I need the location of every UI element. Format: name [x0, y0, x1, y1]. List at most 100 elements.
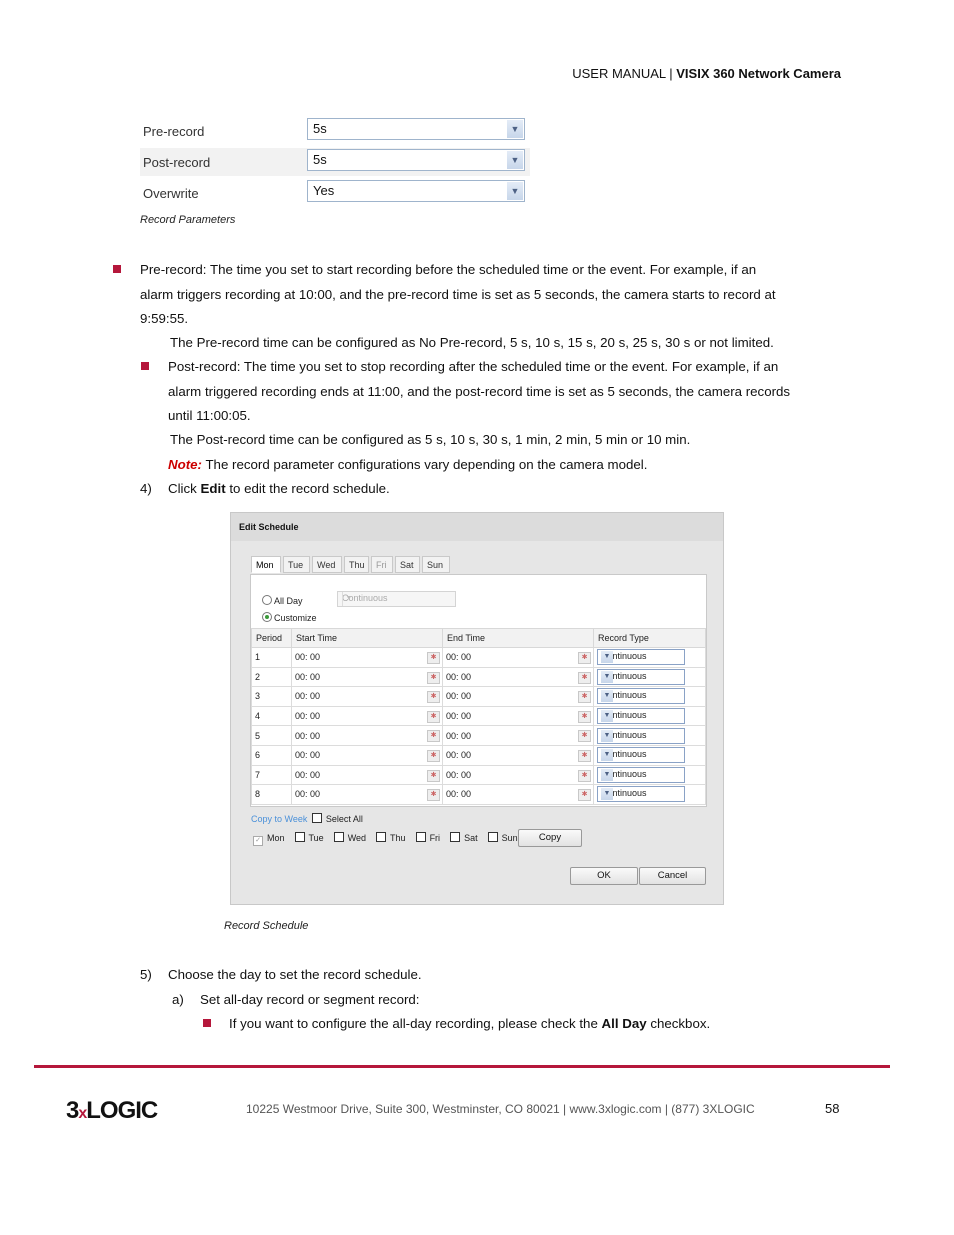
page-header: USER MANUAL | VISIX 360 Network Camera — [572, 66, 841, 81]
tab-mon[interactable]: Mon — [251, 556, 281, 573]
record-type-cell: Continuous ▼ — [593, 666, 706, 688]
record-type-select[interactable]: Continuous ▼ — [597, 649, 685, 666]
record-type-cell: Continuous ▼ — [593, 647, 706, 668]
all-day-instruction: If you want to configure the all-day rec… — [229, 1012, 710, 1037]
start-time-cell[interactable]: 00: 00 ✱ — [291, 764, 443, 786]
post-record-label: Post-record — [143, 155, 211, 170]
copy-button[interactable]: Copy — [518, 829, 582, 847]
copy-day-checkbox-sun[interactable] — [487, 832, 498, 842]
chevron-down-icon: ▼ — [601, 690, 613, 703]
clock-icon[interactable]: ✱ — [578, 652, 591, 664]
end-time-cell[interactable]: 00: 00 ✱ — [442, 744, 594, 766]
select-all-checkbox[interactable] — [311, 813, 322, 823]
schedule-panel: All Day Continuous ▼ Customize Period Sta… — [250, 574, 707, 807]
record-type-select[interactable]: Continuous ▼ — [597, 766, 685, 783]
clock-icon[interactable]: ✱ — [578, 710, 591, 723]
tab-fri[interactable]: Fri — [371, 556, 393, 573]
copy-day-checkbox-fri[interactable] — [415, 832, 426, 842]
clock-icon[interactable]: ✱ — [578, 691, 591, 704]
record-type-cell: Continuous ▼ — [593, 784, 706, 805]
copy-day-label: Tue — [308, 833, 324, 843]
tab-tue[interactable]: Tue — [283, 556, 310, 573]
post-record-paragraph: Post-record: The time you set to stop re… — [168, 355, 790, 429]
table-row: 7 00: 00 ✱ 00: 00 ✱ Continuous ▼ — [251, 764, 706, 786]
copy-day-checkbox-sat[interactable] — [450, 832, 461, 842]
end-time-cell[interactable]: 00: 00 ✱ — [442, 725, 594, 746]
text-line: alarm triggered recording ends at 11:00,… — [168, 383, 791, 399]
cancel-button[interactable]: Cancel — [639, 867, 706, 885]
start-time-value: 00: 00 — [295, 789, 321, 800]
clock-icon[interactable]: ✱ — [578, 749, 591, 762]
clock-icon[interactable]: ✱ — [427, 691, 440, 704]
start-time-cell[interactable]: 00: 00 ✱ — [291, 686, 443, 707]
copy-day-checkbox-thu[interactable] — [376, 832, 387, 842]
customize-radio[interactable]: Customize — [262, 612, 317, 623]
clock-icon[interactable]: ✱ — [427, 789, 440, 802]
period-cell: 5 — [251, 725, 292, 746]
post-record-value: 5s — [313, 152, 327, 167]
overwrite-row: Overwrite Yes ▼ — [140, 179, 530, 207]
all-day-post: checkbox. — [646, 1016, 711, 1031]
period-cell: 2 — [251, 666, 292, 688]
post-record-select[interactable]: 5s ▼ — [307, 149, 525, 171]
clock-icon[interactable]: ✱ — [427, 730, 440, 743]
clock-icon[interactable]: ✱ — [578, 671, 591, 684]
clock-icon[interactable]: ✱ — [427, 710, 440, 723]
record-type-select[interactable]: Continuous ▼ — [597, 688, 685, 705]
chevron-down-icon: ▼ — [601, 710, 613, 723]
end-time-value: 00: 00 — [446, 730, 472, 741]
clock-icon[interactable]: ✱ — [427, 749, 440, 762]
record-type-select[interactable]: Continuous ▼ — [597, 708, 685, 725]
overwrite-label: Overwrite — [143, 186, 199, 201]
tab-wed[interactable]: Wed — [312, 556, 342, 573]
copy-day-label: Wed — [347, 833, 367, 843]
clock-icon[interactable]: ✱ — [427, 652, 440, 664]
start-time-cell[interactable]: 00: 00 ✱ — [291, 705, 443, 727]
step-4-post: to edit the record schedule. — [225, 481, 390, 496]
end-time-value: 00: 00 — [446, 671, 472, 682]
record-type-select[interactable]: Continuous ▼ — [597, 786, 685, 803]
end-time-cell[interactable]: 00: 00 ✱ — [442, 647, 594, 668]
chevron-down-icon: ▼ — [601, 729, 613, 742]
start-time-value: 00: 00 — [295, 691, 321, 702]
post-record-row: Post-record 5s ▼ — [140, 148, 530, 176]
all-day-radio[interactable]: All Day — [262, 595, 303, 606]
tab-sat[interactable]: Sat — [395, 556, 420, 573]
copy-to-week-link[interactable]: Copy to Week — [251, 814, 307, 824]
page-number: 58 — [825, 1101, 840, 1116]
text-line: Post-record: The time you set to stop re… — [168, 359, 779, 374]
bullet-icon — [113, 265, 121, 273]
start-time-cell[interactable]: 00: 00 ✱ — [291, 744, 443, 766]
copy-to-week-row: Copy to Week Select All — [251, 813, 363, 824]
record-type-select[interactable]: Continuous ▼ — [597, 747, 685, 764]
pre-record-select[interactable]: 5s ▼ — [307, 118, 525, 140]
end-time-cell[interactable]: 00: 00 ✱ — [442, 686, 594, 707]
clock-icon[interactable]: ✱ — [578, 789, 591, 802]
period-cell: 8 — [251, 784, 292, 805]
copy-day-checkbox-wed[interactable] — [333, 832, 344, 842]
tab-sun[interactable]: Sun — [422, 556, 450, 573]
overwrite-select[interactable]: Yes ▼ — [307, 180, 525, 202]
clock-icon[interactable]: ✱ — [427, 769, 440, 782]
all-day-type-select[interactable]: Continuous ▼ — [337, 591, 456, 607]
start-time-cell[interactable]: 00: 00 ✱ — [291, 647, 443, 668]
copy-day-checkbox-tue[interactable] — [294, 832, 305, 842]
clock-icon[interactable]: ✱ — [427, 671, 440, 684]
end-time-cell[interactable]: 00: 00 ✱ — [442, 705, 594, 727]
record-type-select[interactable]: Continuous ▼ — [597, 668, 685, 685]
clock-icon[interactable]: ✱ — [578, 769, 591, 782]
end-time-cell[interactable]: 00: 00 ✱ — [442, 666, 594, 688]
clock-icon[interactable]: ✱ — [578, 730, 591, 743]
start-time-cell[interactable]: 00: 00 ✱ — [291, 725, 443, 746]
start-time-cell[interactable]: 00: 00 ✱ — [291, 666, 443, 688]
edit-schedule-dialog: Edit Schedule Mon Tue Wed Thu Fri Sat Su… — [230, 512, 724, 905]
bullet-icon — [203, 1019, 211, 1027]
ok-button[interactable]: OK — [570, 867, 638, 885]
start-time-cell[interactable]: 00: 00 ✱ — [291, 784, 443, 805]
end-time-cell[interactable]: 00: 00 ✱ — [442, 784, 594, 805]
record-type-select[interactable]: Continuous ▼ — [597, 727, 685, 744]
note-text: The record parameter configurations vary… — [201, 457, 648, 472]
end-time-cell[interactable]: 00: 00 ✱ — [442, 764, 594, 786]
all-day-label: All Day — [274, 596, 303, 606]
tab-thu[interactable]: Thu — [344, 556, 369, 573]
